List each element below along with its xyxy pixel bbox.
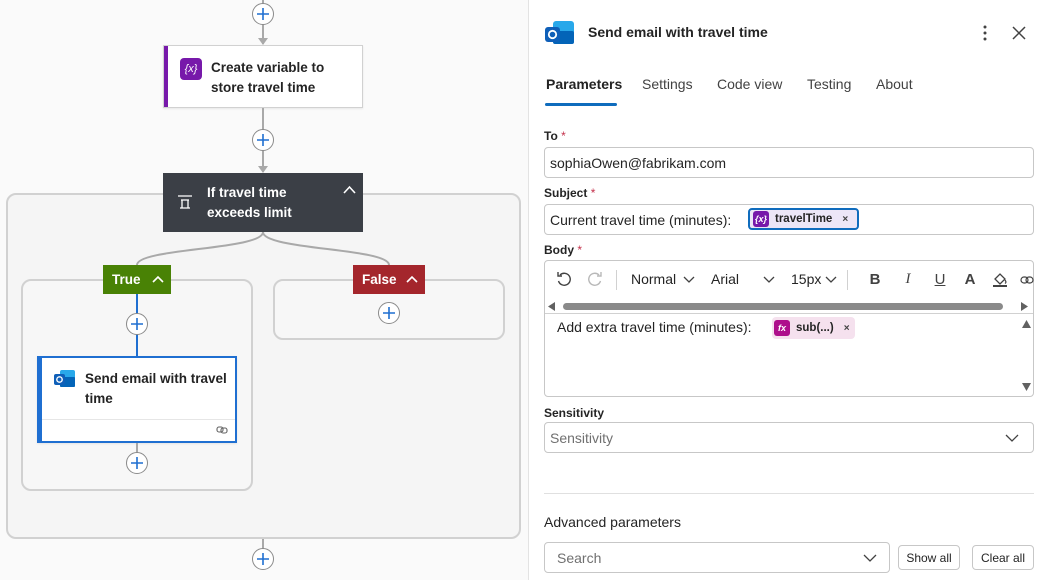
travel-time-token-label: travelTime [775, 213, 833, 225]
chevron-down-icon [863, 554, 877, 562]
font-family-dropdown[interactable]: Arial [711, 271, 739, 287]
card-divider [42, 419, 235, 420]
false-branch-tag[interactable]: False [353, 265, 425, 294]
send-email-title-line2: time [85, 391, 113, 406]
card-accent-bar [39, 358, 42, 441]
font-color-button[interactable]: A [961, 270, 979, 288]
advanced-parameters-title: Advanced parameters [544, 514, 681, 530]
more-options-icon[interactable] [982, 24, 988, 42]
sensitivity-placeholder: Sensitivity [550, 430, 614, 446]
to-label: To * [544, 129, 566, 143]
body-label-text: Body [544, 243, 574, 257]
font-size-dropdown[interactable]: 15px [791, 271, 821, 287]
variable-icon: {x} [753, 211, 769, 227]
remove-token-icon[interactable]: × [842, 214, 848, 225]
tab-parameters[interactable]: Parameters [546, 76, 622, 92]
panel-title: Send email with travel time [588, 24, 768, 40]
search-placeholder: Search [557, 550, 602, 566]
scroll-left-icon[interactable] [548, 302, 556, 311]
toolbar-separator [545, 313, 1033, 314]
expression-icon: fx [774, 320, 790, 336]
sub-expression-token-label: sub(...) [796, 322, 834, 334]
sensitivity-dropdown[interactable]: Sensitivity [544, 422, 1034, 453]
send-email-card[interactable]: Send email with travel time [37, 356, 237, 443]
chevron-up-icon [152, 275, 164, 283]
true-branch-label: True [112, 272, 141, 287]
connection-link-icon [216, 426, 228, 434]
chevron-down-icon [763, 276, 775, 283]
required-mark: * [590, 186, 596, 200]
chevron-up-icon [406, 275, 418, 283]
insert-step-button-false[interactable] [378, 302, 400, 324]
clear-all-button[interactable]: Clear all [972, 545, 1034, 570]
tab-about[interactable]: About [876, 76, 913, 92]
branch-connectors [136, 231, 390, 266]
toolbar-divider [616, 270, 617, 290]
collapse-chevron-icon[interactable] [343, 185, 356, 194]
workflow-canvas: {x} Create variable to store travel time… [0, 0, 528, 580]
active-tab-indicator [545, 103, 617, 106]
subject-label: Subject * [544, 186, 595, 200]
tab-testing[interactable]: Testing [807, 76, 851, 92]
undo-icon[interactable] [556, 271, 572, 287]
link-icon[interactable] [1020, 274, 1034, 286]
to-label-text: To [544, 129, 558, 143]
true-branch-tag[interactable]: True [103, 265, 171, 294]
condition-title-line2: exceeds limit [207, 205, 292, 220]
subject-label-text: Subject [544, 186, 588, 200]
travel-time-token[interactable]: {x} travelTime × [748, 208, 859, 230]
to-value: sophiaOwen@fabrikam.com [550, 155, 727, 171]
toolbar-divider [847, 270, 848, 290]
chevron-down-icon [683, 276, 695, 283]
underline-button[interactable]: U [931, 270, 949, 288]
subject-prefix-text: Current travel time (minutes): [550, 212, 732, 228]
required-mark: * [577, 243, 583, 257]
to-input[interactable]: sophiaOwen@fabrikam.com [544, 147, 1034, 178]
required-mark: * [561, 129, 566, 143]
body-label: Body * [544, 243, 582, 257]
chevron-down-icon [825, 276, 837, 283]
scroll-up-icon[interactable] [1022, 320, 1031, 328]
plus-icon [131, 318, 143, 330]
outlook-icon [54, 370, 75, 387]
condition-icon [178, 195, 192, 209]
advanced-parameters-search[interactable]: Search [544, 542, 890, 573]
paragraph-style-dropdown[interactable]: Normal [631, 271, 676, 287]
action-details-panel: Send email with travel time Parameters S… [528, 0, 1039, 580]
plus-icon [257, 553, 269, 565]
redo-icon[interactable] [587, 271, 603, 287]
insert-step-button-after-email[interactable] [126, 452, 148, 474]
scroll-right-icon[interactable] [1021, 302, 1029, 311]
plus-icon [131, 457, 143, 469]
send-email-title-line1: Send email with travel [85, 371, 227, 386]
sensitivity-label: Sensitivity [544, 406, 605, 420]
condition-card[interactable]: If travel time exceeds limit [163, 173, 363, 232]
plus-icon [383, 307, 395, 319]
false-branch-label: False [362, 272, 397, 287]
italic-button[interactable]: I [899, 270, 917, 288]
subject-input[interactable]: Current travel time (minutes): {x} trave… [544, 204, 1034, 235]
body-text: Add extra travel time (minutes): [557, 319, 752, 335]
tab-code-view[interactable]: Code view [717, 76, 782, 92]
insert-step-button-true[interactable] [126, 313, 148, 335]
sub-expression-token[interactable]: fx sub(...) × [772, 317, 855, 339]
condition-title-line1: If travel time [207, 185, 287, 200]
horizontal-scrollbar[interactable] [563, 303, 1003, 310]
highlight-color-icon[interactable] [991, 270, 1009, 288]
tab-settings[interactable]: Settings [642, 76, 693, 92]
remove-token-icon[interactable]: × [844, 323, 850, 334]
close-icon[interactable] [1012, 26, 1026, 40]
scroll-down-icon[interactable] [1022, 383, 1031, 391]
chevron-down-icon [1005, 434, 1019, 442]
outlook-icon [545, 21, 574, 44]
bold-button[interactable]: B [866, 270, 884, 288]
section-divider [544, 493, 1034, 494]
insert-step-button-bottom[interactable] [252, 548, 274, 570]
show-all-button[interactable]: Show all [898, 545, 960, 570]
